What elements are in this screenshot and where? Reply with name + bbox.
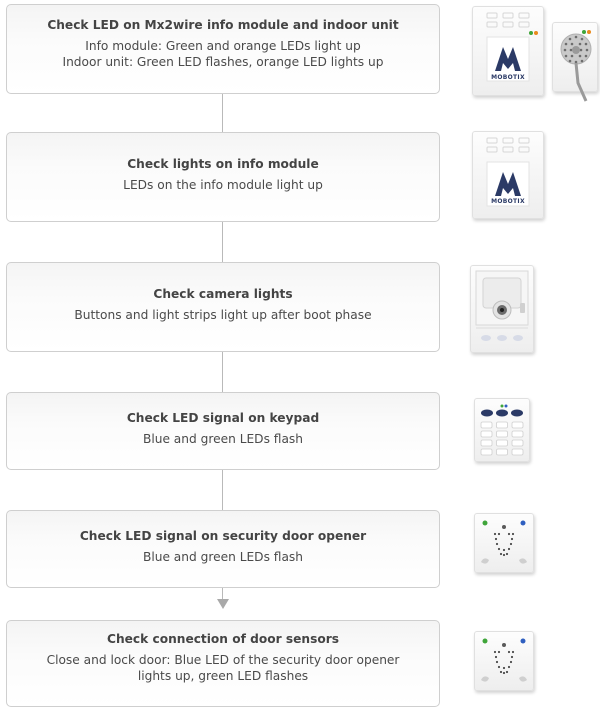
- step-description: Close and lock door: Blue LED of the sec…: [46, 653, 400, 667]
- step-title: Check LED on Mx2wire info module and ind…: [47, 18, 399, 32]
- connector-line: [222, 94, 223, 132]
- arrow-down-icon: [217, 599, 229, 609]
- step-box-4: Check LED signal on keypad Blue and gree…: [6, 392, 440, 470]
- door-opener-image: [474, 631, 534, 691]
- info-module-image: MOBOTIX: [472, 131, 544, 219]
- door-opener-image: [474, 513, 534, 573]
- step-description: Buttons and light strips light up after …: [74, 308, 372, 322]
- info-module-icon: [486, 137, 530, 207]
- connector-line: [222, 352, 223, 392]
- step-description: Indoor unit: Green LED flashes, orange L…: [62, 55, 384, 69]
- step-box-5: Check LED signal on security door opener…: [6, 510, 440, 588]
- step-title: Check LED signal on keypad: [126, 411, 320, 425]
- step-box-6: Check connection of door sensors Close a…: [6, 620, 440, 707]
- step-description: Blue and green LEDs flash: [142, 432, 304, 446]
- keypad-icon: [480, 404, 524, 456]
- step-description: Blue and green LEDs flash: [142, 550, 304, 564]
- indoor-unit-image: [552, 22, 598, 102]
- keypad-image: [474, 398, 530, 462]
- step-title: Check connection of door sensors: [107, 632, 339, 646]
- camera-module-image: [470, 265, 534, 353]
- indoor-unit-icon: [560, 30, 592, 102]
- mobotix-logo-text: MOBOTIX: [491, 198, 525, 205]
- step-title: Check camera lights: [153, 287, 293, 301]
- step-box-3: Check camera lights Buttons and light st…: [6, 262, 440, 352]
- step-title: Check lights on info module: [127, 157, 319, 171]
- door-opener-icon: [481, 638, 527, 682]
- connector-line: [222, 222, 223, 262]
- door-opener-icon: [481, 520, 527, 564]
- step-description: LEDs on the info module light up: [123, 178, 323, 192]
- connector-line: [222, 470, 223, 510]
- step-box-1: Check LED on Mx2wire info module and ind…: [6, 4, 440, 94]
- step-title: Check LED signal on security door opener: [79, 529, 367, 543]
- camera-module-icon: [475, 270, 529, 341]
- step-box-2: Check lights on info module LEDs on the …: [6, 132, 440, 222]
- info-module-icon: [486, 12, 538, 82]
- step-description: Info module: Green and orange LEDs light…: [85, 39, 361, 53]
- step-description: lights up, green LED flashes: [137, 669, 309, 683]
- info-module-image: MOBOTIX: [472, 6, 544, 96]
- mobotix-logo-text: MOBOTIX: [491, 74, 525, 81]
